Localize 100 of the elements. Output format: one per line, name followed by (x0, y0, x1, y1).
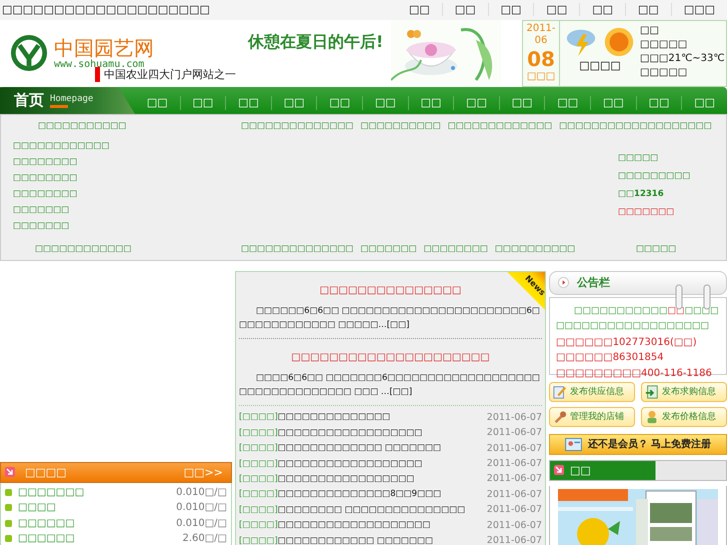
banner-title: 休憩在夏日的午后! (248, 32, 384, 53)
news-category[interactable]: [□□□□] (239, 536, 278, 545)
nav-link[interactable]: □□ (180, 96, 226, 110)
date-day: 08 (527, 46, 555, 71)
top-link[interactable]: □□ (397, 3, 443, 16)
panel-link[interactable]: □□□□□□□□ (13, 189, 110, 200)
panel-link[interactable]: □□□□□□□ (360, 244, 417, 254)
news-category[interactable]: [□□□□] (239, 489, 278, 500)
news-category[interactable]: [□□□□] (239, 458, 278, 469)
panel-link[interactable]: □□□□□□□ (13, 221, 110, 232)
nav-link[interactable]: □□ (544, 96, 590, 110)
action-button[interactable]: 管理我的店铺 (549, 406, 635, 427)
hotline-link[interactable]: □□12316 (618, 189, 714, 200)
news-category[interactable]: [□□□□] (239, 520, 278, 530)
nav-link[interactable]: □□ (362, 96, 408, 110)
news-category[interactable]: [□□□□] (239, 504, 278, 515)
price-item[interactable]: □□□□□□ (18, 533, 176, 544)
nav-link[interactable]: □□ (453, 96, 499, 110)
weather-line: □□□□□ (640, 66, 688, 78)
news-title[interactable]: □□□□□□□□□□□□□□□□□□ (278, 428, 487, 438)
news-date: 2011-06-07 (486, 473, 542, 484)
contact-line: □□□□□□86301854 (556, 351, 665, 366)
panel-link[interactable]: □□□□□□□ (618, 207, 714, 218)
panel-link[interactable]: □□□□□□□□ (13, 173, 110, 184)
news-title[interactable]: □□□□□□□□□□□□□□8□□9□□□ (278, 489, 487, 500)
nav-link[interactable]: □□ (590, 96, 636, 110)
action-button[interactable]: 发布求购信息 (641, 382, 727, 402)
news-category[interactable]: [□□□□] (239, 428, 278, 438)
edit-icon (553, 384, 567, 399)
nav-link[interactable]: □□ (681, 96, 727, 110)
top-link[interactable]: □□ (626, 3, 672, 16)
panel-link[interactable]: □□□□□□□□□□□□ (13, 141, 110, 152)
panel-link[interactable]: □□□□□ (636, 244, 726, 254)
weather-line: □□□21℃~33℃ (640, 52, 725, 64)
home-tab[interactable]: 首页 (14, 91, 44, 110)
price-item[interactable]: □□□□ (18, 502, 170, 514)
panel-link[interactable]: □□□□□□□□□□□ (1, 121, 241, 132)
more-link[interactable]: [□□] (389, 386, 412, 397)
top-link[interactable]: □□□ (672, 3, 727, 16)
price-value: 0.010□/□ (176, 518, 227, 529)
nav-link[interactable]: □□ (225, 96, 271, 110)
price-item[interactable]: □□□□□□□ (18, 486, 170, 498)
news-summary: □□□□□□6□6□□ □□□□□□□□□□□□□□□□□□□□□□□6□□□□□□□□□□□□□ □□□□□…[□□] (239, 304, 541, 332)
bullet-icon (5, 504, 12, 512)
panel-link[interactable]: □□□□□□□□□□ (494, 244, 576, 254)
news-title[interactable]: □□□□□□□□□□□□□ □□□□□□□ (278, 443, 487, 454)
panel-link[interactable]: □□□□□□□□ (424, 244, 488, 254)
panel-link[interactable]: □□□□□□□□□ (639, 121, 727, 132)
panel-link[interactable]: □□□□□□□□□□□□□□ (241, 121, 354, 132)
panel-link[interactable]: □□□□□□□□□□ (360, 121, 441, 132)
news-date: 2011-06-07 (486, 442, 542, 454)
panel-link[interactable]: □□□□□□□□□ (618, 171, 714, 182)
panel-link[interactable]: □□□□□□□□□□□□□ (448, 121, 552, 132)
action-button[interactable]: 发布价格信息 (641, 406, 727, 427)
panel-link[interactable]: □□□□□□□□□□□□ (1, 244, 241, 254)
news-title[interactable]: □□□□□□□□□□□□□□□□□ (278, 474, 487, 484)
nav-link[interactable]: □□ (498, 96, 544, 110)
nav-link[interactable]: □□ (408, 96, 454, 110)
slogan: 中国农业四大门户网站之一 (95, 66, 236, 82)
top-link[interactable]: □□ (534, 3, 580, 16)
date-weekday: □□□ (526, 70, 556, 83)
price-item[interactable]: □□□□□□ (18, 518, 170, 529)
news-summary: □□□□6□6□□ □□□□□□□6□□□□□□□□□□□□□□□□□□□□□□□□□□□□□□□□□ □□□ …[□□] (239, 372, 541, 399)
news-date: 2011-06-07 (486, 535, 542, 545)
notice-text: □□□□□□□□□□□□□□□□□□□□□□□□□□□□□□□□□□□ (556, 304, 720, 334)
news-title[interactable]: □□□□□□□□ □□□□□□□□□□□□□□□ (278, 504, 487, 515)
news-title[interactable]: □□□□□□□□□□□□ □□□□□□□ (278, 536, 487, 545)
news-date: 2011-06-07 (486, 504, 542, 516)
nav-link[interactable]: □□ (636, 96, 682, 110)
register-button[interactable]: 还不是会员？ 马上免费注册 (549, 434, 727, 455)
news-date: 2011-06-07 (486, 427, 542, 438)
more-link[interactable]: [□□] (386, 320, 410, 330)
bullet-icon (5, 488, 12, 496)
news-title[interactable]: □□□□□□□□□□□□□□□□□□ (278, 458, 487, 469)
news-category[interactable]: [□□□□] (239, 412, 278, 422)
box-title: □□ (570, 464, 591, 477)
news-date: 2011-06-07 (486, 520, 542, 531)
panel-link[interactable]: □□□□□□□□□□□□□□ (241, 244, 354, 254)
panel-link[interactable]: □□□□□□□ (13, 205, 110, 216)
site-name: 中国园艺网 (54, 36, 154, 59)
nav-link[interactable]: □□ (316, 96, 362, 110)
action-button[interactable]: 发布供应信息 (549, 382, 635, 402)
contact-line: □□□□□□102773016(□□) (556, 336, 698, 350)
contact-line: □□□□□□□□□400-116-1186 (556, 366, 713, 381)
weather-city: □□ (640, 24, 660, 36)
panel-link[interactable]: □□□□□ (618, 153, 714, 164)
news-title[interactable]: □□□□□□□□□□□□□□□□□□□ (278, 520, 487, 530)
top-link[interactable]: □□ (580, 3, 626, 16)
nav-link[interactable]: □□ (135, 96, 180, 110)
nav-link[interactable]: □□ (270, 96, 316, 110)
panel-link[interactable]: □□□□□□□□□□ (559, 121, 640, 132)
arrow-icon (5, 467, 15, 478)
news-category[interactable]: [□□□□] (239, 474, 278, 484)
top-link[interactable]: □□ (442, 3, 489, 16)
news-title[interactable]: □□□□□□□□□□□□□□ (278, 412, 487, 422)
panel-link[interactable]: □□□□□□□□ (13, 157, 110, 168)
top-link[interactable]: □□ (488, 3, 534, 16)
news-category[interactable]: [□□□□] (239, 443, 278, 454)
news-date: 2011-06-07 (486, 488, 542, 500)
more-link[interactable]: □□>> (184, 466, 223, 479)
